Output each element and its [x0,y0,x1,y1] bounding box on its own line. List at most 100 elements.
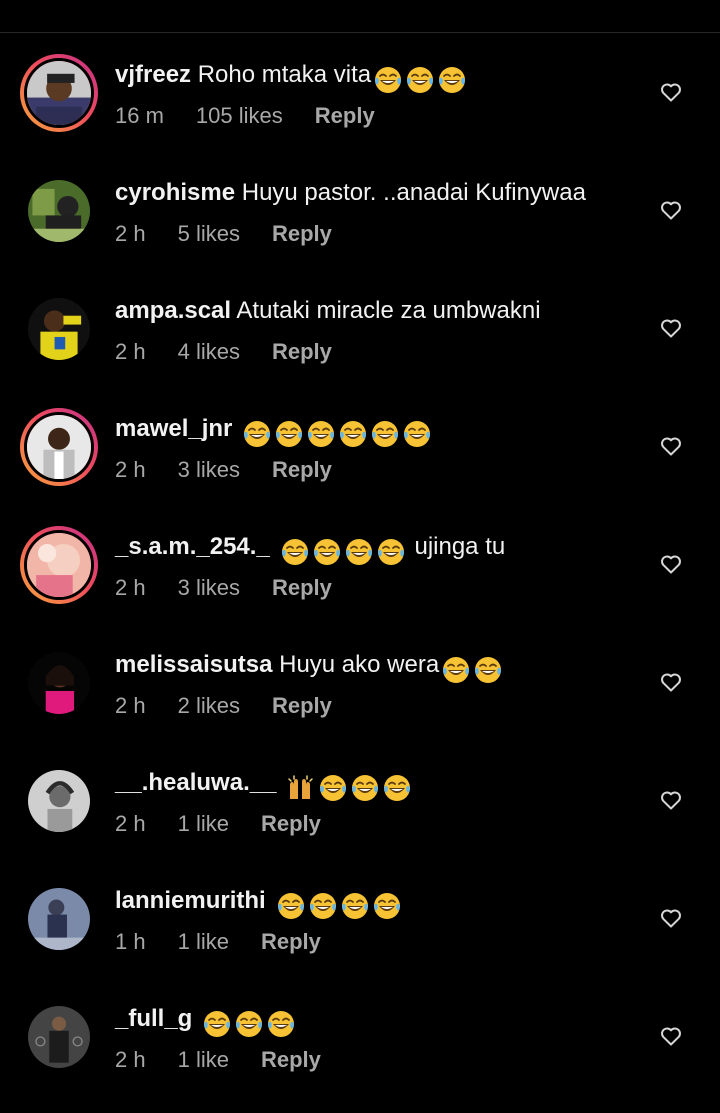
reply-button[interactable]: Reply [272,693,332,718]
comment-likes-count[interactable]: 3 likes [178,457,240,482]
reply-button[interactable]: Reply [272,575,332,600]
comment-timestamp: 2 h [115,221,146,246]
face-with-tears-of-joy-icon [306,419,336,449]
face-with-tears-of-joy-icon [318,773,348,803]
face-with-tears-of-joy-icon [242,419,272,449]
face-with-tears-of-joy-icon [437,65,467,95]
heart-outline-icon[interactable] [659,434,683,458]
comment-body: ujinga tu [414,533,506,560]
reply-button[interactable]: Reply [261,929,321,954]
comment-list: vjfreez Roho mtaka vita 16 m 105 likes Rep… [0,50,720,1112]
face-with-tears-of-joy-icon [405,65,435,95]
comment-username[interactable]: _s.a.m._254._ [115,533,270,560]
face-with-tears-of-joy-icon [280,537,310,567]
comment-body: Roho mtaka vita [197,61,372,88]
reply-button[interactable]: Reply [272,457,332,482]
comment-username[interactable]: __.healuwa.__ [115,769,276,796]
reply-button[interactable]: Reply [315,103,375,128]
emoji-group [242,416,434,450]
face-with-tears-of-joy-icon [441,655,471,685]
comment-body: Huyu pastor. ..anadai Kufinywaa [241,179,586,206]
comment-username[interactable]: lanniemurithi [115,887,266,914]
heart-outline-icon[interactable] [659,906,683,930]
comment-timestamp: 2 h [115,457,146,482]
comment-username[interactable]: vjfreez [115,61,191,88]
emoji-group [441,652,505,686]
comment-meta: 2 h 5 likes Reply [115,218,332,250]
comment-body: Huyu ako wera [279,651,440,678]
reply-button[interactable]: Reply [261,811,321,836]
comment-username[interactable]: mawel_jnr [115,415,232,442]
comment-username[interactable]: ampa.scal [115,297,231,324]
comment-likes-count[interactable]: 1 like [178,811,229,836]
heart-outline-icon[interactable] [659,788,683,812]
avatar-container[interactable] [20,762,98,840]
avatar[interactable] [24,412,94,482]
emoji-group [280,534,408,568]
comment-text-line: _full_g [115,1002,298,1040]
avatar-container[interactable] [20,998,98,1076]
comment-likes-count[interactable]: 2 likes [178,693,240,718]
avatar-story-ring[interactable] [20,526,98,604]
emoji-group [202,1006,298,1040]
face-with-tears-of-joy-icon [340,891,370,921]
face-with-tears-of-joy-icon [312,537,342,567]
face-with-tears-of-joy-icon [376,537,406,567]
comment-likes-count[interactable]: 5 likes [178,221,240,246]
face-with-tears-of-joy-icon [373,65,403,95]
comment-row: _full_g 2 h 1 like Reply [0,994,720,1112]
heart-outline-icon[interactable] [659,1024,683,1048]
comment-meta: 2 h 3 likes Reply [115,454,332,486]
avatar[interactable] [28,180,90,242]
face-with-tears-of-joy-icon [266,1009,296,1039]
comment-meta: 2 h 2 likes Reply [115,690,332,722]
heart-outline-icon[interactable] [659,198,683,222]
comment-text-line: ampa.scal Atutaki miracle za umbwakni [115,294,541,328]
face-with-tears-of-joy-icon [276,891,306,921]
avatar-story-ring[interactable] [20,54,98,132]
avatar[interactable] [28,298,90,360]
emoji-group [373,62,469,96]
avatar[interactable] [24,58,94,128]
avatar-container[interactable] [20,290,98,368]
comment-timestamp: 2 h [115,811,146,836]
avatar[interactable] [28,1006,90,1068]
comment-meta: 2 h 1 like Reply [115,1044,321,1076]
avatar-story-ring[interactable] [20,408,98,486]
face-with-tears-of-joy-icon [370,419,400,449]
avatar-container[interactable] [20,172,98,250]
heart-outline-icon[interactable] [659,316,683,340]
comment-row: vjfreez Roho mtaka vita 16 m 105 likes Rep… [0,50,720,168]
comment-meta: 16 m 105 likes Reply [115,100,375,132]
comment-username[interactable]: _full_g [115,1005,192,1032]
comment-username[interactable]: cyrohisme [115,179,235,206]
comment-timestamp: 2 h [115,1047,146,1072]
reply-button[interactable]: Reply [272,339,332,364]
comment-timestamp: 2 h [115,339,146,364]
face-with-tears-of-joy-icon [344,537,374,567]
comment-likes-count[interactable]: 1 like [178,929,229,954]
comment-text-line: mawel_jnr [115,412,434,450]
comment-username[interactable]: melissaisutsa [115,651,272,678]
comment-text-line: _s.a.m._254._ ujinga tu [115,530,505,568]
reply-button[interactable]: Reply [272,221,332,246]
comment-likes-count[interactable]: 3 likes [178,575,240,600]
heart-outline-icon[interactable] [659,552,683,576]
reply-button[interactable]: Reply [261,1047,321,1072]
comment-likes-count[interactable]: 1 like [178,1047,229,1072]
heart-outline-icon[interactable] [659,80,683,104]
heart-outline-icon[interactable] [659,670,683,694]
avatar[interactable] [28,652,90,714]
face-with-tears-of-joy-icon [382,773,412,803]
avatar-container[interactable] [20,644,98,722]
comment-likes-count[interactable]: 105 likes [196,103,283,128]
comment-likes-count[interactable]: 4 likes [178,339,240,364]
comment-text-line: __.healuwa.__ [115,766,414,804]
comment-text-line: vjfreez Roho mtaka vita [115,58,469,96]
comment-row: mawel_jnr 2 h 3 likes Reply [0,404,720,522]
avatar-container[interactable] [20,880,98,958]
avatar[interactable] [24,530,94,600]
avatar[interactable] [28,770,90,832]
avatar[interactable] [28,888,90,950]
comment-row: ampa.scal Atutaki miracle za umbwakni 2 h… [0,286,720,404]
